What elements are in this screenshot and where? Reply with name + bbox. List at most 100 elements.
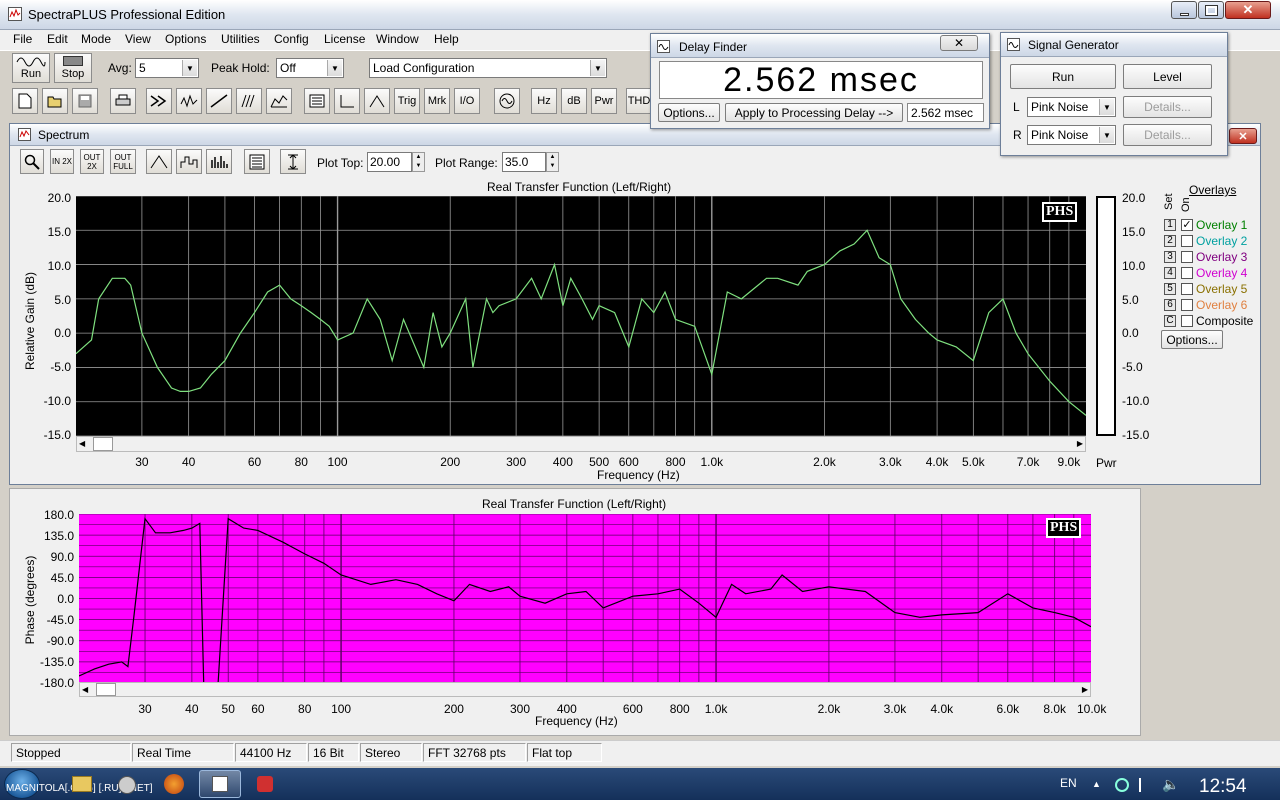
properties-button[interactable]: [244, 149, 270, 174]
overlay-checkbox[interactable]: [1181, 251, 1193, 263]
peak-hold-select[interactable]: Off ▼: [276, 58, 344, 78]
overlay-checkbox[interactable]: [1181, 235, 1193, 247]
scroll-thumb[interactable]: [96, 683, 116, 696]
mrk-button[interactable]: Mrk: [424, 88, 450, 114]
menu-view[interactable]: View: [125, 32, 151, 46]
peak-marker-button[interactable]: [146, 149, 172, 174]
generator-level-button[interactable]: Level: [1123, 64, 1212, 89]
zoom-in-2x-button[interactable]: IN 2X: [50, 149, 74, 174]
overlay-set-button[interactable]: 1: [1164, 219, 1176, 231]
overlay-set-button[interactable]: 3: [1164, 251, 1176, 263]
menu-config[interactable]: Config: [274, 32, 309, 46]
zoom-out-2x-button[interactable]: OUT 2X: [80, 149, 104, 174]
zoom-out-full-button[interactable]: OUT FULL: [110, 149, 136, 174]
scroll-left-arrow-icon[interactable]: ◀: [79, 439, 85, 448]
tray-flag-icon[interactable]: [1139, 778, 1151, 792]
overlay-set-button[interactable]: 5: [1164, 283, 1176, 295]
taskbar-folder-icon[interactable]: [72, 776, 92, 792]
plot-range-spinner[interactable]: ▲ ▼: [546, 152, 559, 172]
menu-license[interactable]: License: [324, 32, 365, 46]
run-button[interactable]: Run: [12, 53, 50, 83]
tray-volume-icon[interactable]: 🔈: [1162, 776, 1179, 793]
taskbar-media-icon[interactable]: [118, 776, 136, 794]
waveform-button[interactable]: [176, 88, 202, 114]
fast-forward-button[interactable]: [146, 88, 172, 114]
open-button[interactable]: [42, 88, 68, 114]
chart2-scrollbar[interactable]: ◀ ▶: [79, 682, 1091, 697]
y-tick-label: 180.0: [43, 508, 74, 522]
tray-expand-icon[interactable]: ▲: [1092, 779, 1101, 789]
delay-options-button[interactable]: Options...: [658, 103, 720, 122]
left-details-button[interactable]: Details...: [1123, 96, 1212, 118]
minimize-button[interactable]: [1171, 1, 1197, 19]
menu-mode[interactable]: Mode: [81, 32, 111, 46]
overlay-checkbox[interactable]: [1181, 267, 1193, 279]
overlay-checkbox[interactable]: ✓: [1181, 219, 1193, 231]
menu-options[interactable]: Options: [165, 32, 206, 46]
trig-button[interactable]: Trig: [394, 88, 420, 114]
panel-button[interactable]: [304, 88, 330, 114]
menu-file[interactable]: File: [13, 32, 32, 46]
right-signal-select[interactable]: Pink Noise ▼: [1027, 125, 1116, 145]
delay-finder-close-button[interactable]: ✕: [940, 35, 978, 51]
tray-network-icon[interactable]: [1115, 778, 1129, 792]
io-button[interactable]: I/O: [454, 88, 480, 114]
overlay-checkbox[interactable]: [1181, 283, 1193, 295]
thd-button[interactable]: THD: [626, 88, 652, 114]
db-button[interactable]: dB: [561, 88, 587, 114]
taskbar-firefox-icon[interactable]: [164, 774, 184, 794]
close-button[interactable]: ✕: [1225, 1, 1271, 19]
zoom-button[interactable]: [20, 149, 44, 174]
plot-top-input[interactable]: 20.00: [367, 152, 412, 172]
print-button[interactable]: [110, 88, 136, 114]
overlay-checkbox[interactable]: [1181, 299, 1193, 311]
scroll-right-arrow-icon[interactable]: ▶: [1082, 685, 1088, 694]
scale-button[interactable]: [280, 149, 306, 174]
overlay-checkbox[interactable]: [1181, 315, 1193, 327]
taskbar-spectraplus-button[interactable]: [199, 770, 241, 798]
generator-run-button[interactable]: Run: [1010, 64, 1116, 89]
plot-range-input[interactable]: 35.0: [502, 152, 546, 172]
right-details-button[interactable]: Details...: [1123, 124, 1212, 146]
menu-utilities[interactable]: Utilities: [221, 32, 260, 46]
signal-generator-title: Signal Generator: [1028, 38, 1119, 52]
hz-button[interactable]: Hz: [531, 88, 557, 114]
pwr-button[interactable]: Pwr: [591, 88, 617, 114]
taskbar-app2-button[interactable]: [246, 770, 284, 798]
language-indicator[interactable]: EN: [1060, 776, 1077, 790]
spectrum-close-button[interactable]: ✕: [1229, 128, 1257, 144]
overlay-set-button[interactable]: 6: [1164, 299, 1176, 311]
plot-top-spinner[interactable]: ▲ ▼: [412, 152, 425, 172]
3d-surface-button[interactable]: [266, 88, 292, 114]
maximize-button[interactable]: [1198, 1, 1224, 19]
new-file-button[interactable]: [12, 88, 38, 114]
avg-select[interactable]: 5 ▼: [135, 58, 199, 78]
overlays-options-button[interactable]: Options...: [1161, 330, 1223, 349]
overlay-set-button[interactable]: 4: [1164, 267, 1176, 279]
overlay-set-button[interactable]: C: [1164, 315, 1176, 327]
spectrum-view-button[interactable]: [206, 88, 232, 114]
apply-to-processing-delay-button[interactable]: Apply to Processing Delay -->: [725, 103, 903, 122]
menu-edit[interactable]: Edit: [47, 32, 68, 46]
save-button[interactable]: [72, 88, 98, 114]
bar-display-button[interactable]: [206, 149, 232, 174]
axis-button[interactable]: [334, 88, 360, 114]
peak-button[interactable]: [364, 88, 390, 114]
stop-button[interactable]: Stop: [54, 53, 92, 83]
x-tick-label: 7.0k: [1016, 455, 1040, 469]
left-signal-select[interactable]: Pink Noise ▼: [1027, 97, 1116, 117]
taskbar-clock[interactable]: 12:54: [1199, 776, 1247, 798]
scroll-thumb[interactable]: [93, 437, 113, 451]
overlay-label: Overlay 1: [1196, 218, 1248, 232]
overlay-set-button[interactable]: 2: [1164, 235, 1176, 247]
magnifier-icon: [24, 154, 40, 170]
chart1-scrollbar[interactable]: ◀ ▶: [76, 436, 1086, 452]
menu-help[interactable]: Help: [434, 32, 459, 46]
spectrogram-button[interactable]: [236, 88, 262, 114]
step-display-button[interactable]: [176, 149, 202, 174]
menu-window[interactable]: Window: [376, 32, 419, 46]
config-select[interactable]: Load Configuration ▼: [369, 58, 607, 78]
scroll-left-arrow-icon[interactable]: ◀: [82, 685, 88, 694]
generator-button[interactable]: [494, 88, 520, 114]
scroll-right-arrow-icon[interactable]: ▶: [1077, 439, 1083, 448]
